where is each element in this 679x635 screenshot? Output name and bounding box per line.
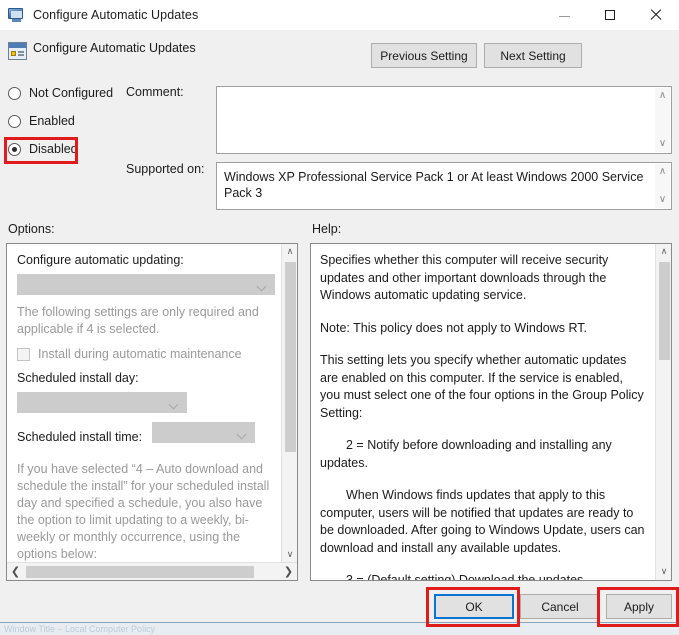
install-time-row: Scheduled install time: [17, 422, 273, 452]
apply-button[interactable]: Apply [606, 594, 672, 619]
scroll-down-icon[interactable]: ∨ [656, 564, 671, 580]
radio-disabled-mark [8, 142, 21, 156]
scroll-up-icon[interactable]: ∧ [282, 244, 297, 260]
supported-on-label: Supported on: [126, 162, 205, 176]
title-bar: Configure Automatic Updates [0, 0, 679, 30]
scroll-right-icon[interactable]: ❯ [280, 563, 297, 580]
supported-on-field: Windows XP Professional Service Pack 1 o… [216, 162, 672, 210]
maintenance-checkbox-row[interactable]: Install during automatic maintenance [17, 347, 273, 361]
close-button[interactable] [633, 0, 679, 30]
help-paragraph: When Windows finds updates that apply to… [320, 488, 645, 555]
radio-not-configured-label: Not Configured [29, 86, 114, 100]
radio-enabled-label: Enabled [29, 114, 75, 128]
scroll-left-icon[interactable]: ❮ [7, 563, 24, 580]
comment-label: Comment: [126, 85, 184, 99]
maximize-icon [605, 10, 615, 20]
close-icon [650, 9, 662, 21]
radio-not-configured-mark [8, 86, 21, 100]
install-day-dropdown[interactable] [17, 392, 187, 413]
configure-updating-dropdown[interactable] [17, 274, 275, 295]
help-section-label: Help: [312, 222, 342, 236]
help-vertical-scrollbar[interactable]: ∧ ∨ [655, 244, 671, 580]
background-window-title: Window Title – Local Computer Policy [4, 624, 156, 634]
computer-monitor-icon [8, 7, 25, 23]
previous-setting-button[interactable]: Previous Setting [371, 43, 477, 68]
scroll-up-icon[interactable]: ∧ [656, 244, 671, 260]
options-panel: Configure automatic updating: The follow… [6, 243, 298, 581]
options-horizontal-scrollbar[interactable]: ❮ ❯ [7, 562, 297, 580]
options-scroll-thumb[interactable] [285, 262, 296, 452]
group-policy-dialog: Window Title – Local Computer Policy Con… [0, 0, 679, 635]
help-panel: Specifies whether this computer will rec… [310, 243, 672, 581]
options-hscroll-thumb[interactable] [26, 566, 254, 578]
scroll-up-icon[interactable]: ∧ [659, 88, 666, 104]
help-paragraph: Note: This policy does not apply to Wind… [320, 320, 588, 335]
install-time-label: Scheduled install time: [17, 430, 143, 444]
scroll-down-icon[interactable]: ∨ [282, 547, 297, 563]
window-title: Configure Automatic Updates [33, 8, 199, 22]
minimize-icon [558, 15, 570, 17]
window-controls [541, 0, 679, 30]
options-footnote: If you have selected “4 – Auto download … [17, 462, 270, 561]
next-setting-button[interactable]: Next Setting [484, 43, 582, 68]
maximize-button[interactable] [587, 0, 633, 30]
configure-updating-label: Configure automatic updating: [17, 253, 184, 267]
radio-disabled[interactable]: Disabled [8, 142, 78, 156]
help-paragraph: 3 = (Default setting) Download the updat… [346, 573, 584, 580]
scroll-down-icon[interactable]: ∨ [659, 136, 666, 152]
scroll-down-icon[interactable]: ∨ [659, 192, 666, 208]
supported-on-value: Windows XP Professional Service Pack 1 o… [224, 170, 644, 200]
help-paragraph: This setting lets you specify whether au… [320, 353, 644, 420]
scroll-up-icon[interactable]: ∧ [659, 164, 666, 180]
comment-input[interactable]: ∧ ∨ [216, 86, 672, 154]
cancel-button[interactable]: Cancel [520, 594, 600, 619]
radio-enabled[interactable]: Enabled [8, 114, 75, 128]
radio-not-configured[interactable]: Not Configured [8, 86, 113, 100]
policy-setting-icon [8, 42, 27, 60]
help-scroll-thumb[interactable] [659, 262, 670, 360]
options-vertical-scrollbar[interactable]: ∧ ∨ [281, 244, 297, 563]
background-window-strip: Window Title – Local Computer Policy [0, 622, 679, 635]
maintenance-checkbox-label: Install during automatic maintenance [38, 347, 242, 361]
options-note: The following settings are only required… [17, 305, 259, 336]
help-paragraph: 2 = Notify before downloading and instal… [320, 438, 612, 470]
install-day-label: Scheduled install day: [17, 371, 139, 385]
options-section-label: Options: [8, 222, 55, 236]
radio-enabled-mark [8, 114, 21, 128]
help-content: Specifies whether this computer will rec… [311, 244, 655, 580]
help-paragraph: Specifies whether this computer will rec… [320, 253, 609, 302]
setting-title: Configure Automatic Updates [33, 41, 196, 55]
radio-disabled-label: Disabled [29, 142, 78, 156]
comment-scrollbar[interactable]: ∧ ∨ [655, 88, 670, 152]
install-time-dropdown[interactable] [152, 422, 256, 443]
options-content: Configure automatic updating: The follow… [7, 244, 283, 563]
ok-button[interactable]: OK [434, 594, 514, 619]
supported-on-scrollbar[interactable]: ∧ ∨ [655, 164, 670, 208]
maintenance-checkbox[interactable] [17, 348, 30, 361]
minimize-button[interactable] [541, 0, 587, 30]
